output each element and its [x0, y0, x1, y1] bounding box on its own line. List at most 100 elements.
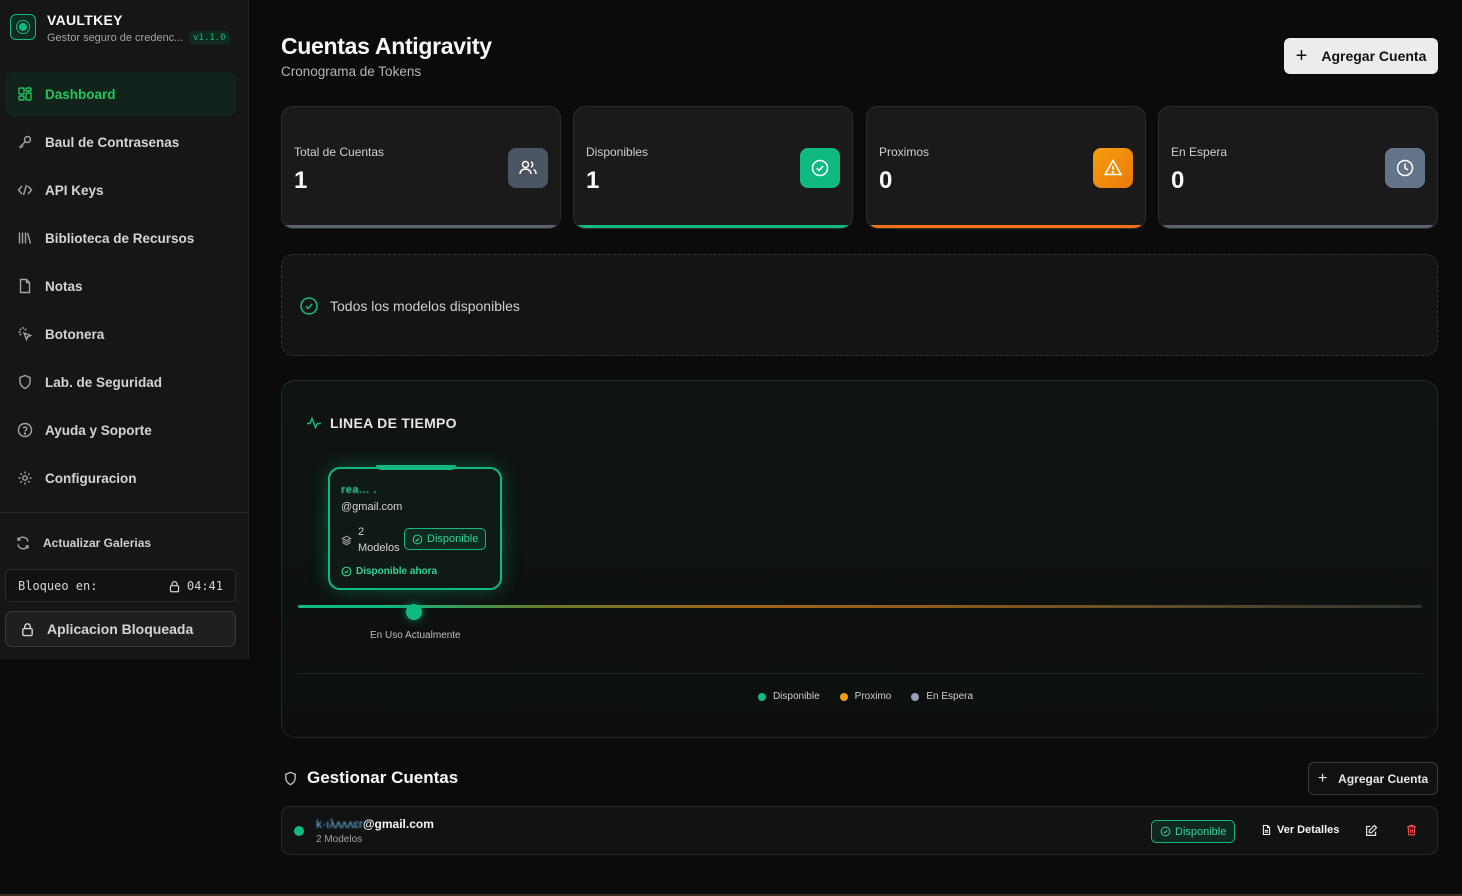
- check-circle-icon: [300, 297, 318, 315]
- legend-item-available: Disponible: [757, 691, 820, 702]
- gear-icon: [18, 471, 32, 485]
- add-account-button[interactable]: + Agregar Cuenta: [1284, 38, 1438, 74]
- sidebar: VAULTKEY Gestor seguro de credenc... v1.…: [0, 0, 249, 659]
- users-icon: [508, 148, 548, 188]
- library-icon: [18, 232, 32, 244]
- banner-text: Todos los modelos disponibles: [330, 298, 520, 314]
- lock-label: Bloqueo en:: [18, 579, 98, 593]
- status-badge: Disponible: [404, 528, 487, 550]
- lock-timer: 04:41: [168, 579, 223, 593]
- sidebar-item-label: Botonera: [45, 326, 105, 342]
- page-subtitle: Cronograma de Tokens: [281, 64, 422, 79]
- timeline-legend: Disponible Proximo En Espera: [282, 691, 1437, 702]
- sidebar-item-label: Biblioteca de Recursos: [45, 230, 195, 246]
- brand: VAULTKEY Gestor seguro de credenc... v1.…: [10, 12, 240, 48]
- timeline-marker[interactable]: [406, 604, 422, 620]
- check-circle-icon: [341, 566, 352, 577]
- legend-dot: [757, 692, 766, 701]
- models-label: Modelos: [358, 542, 400, 554]
- stat-value: 0: [879, 167, 893, 194]
- brand-title: VAULTKEY: [47, 12, 123, 28]
- email-domain: @gmail.com: [362, 817, 434, 831]
- sidebar-nav: Dashboard Baul de Contrasenas API Keys B…: [5, 72, 236, 504]
- lock-icon: [22, 622, 33, 636]
- manage-accounts-title: Gestionar Cuentas: [283, 768, 458, 788]
- account-email: @gmail.com: [341, 501, 403, 513]
- sidebar-item-passwords[interactable]: Baul de Contrasenas: [5, 120, 236, 164]
- sidebar-item-label: Configuracion: [45, 470, 137, 486]
- sidebar-item-notes[interactable]: Notas: [5, 264, 236, 308]
- sidebar-item-security-lab[interactable]: Lab. de Seguridad: [5, 360, 236, 404]
- stat-bar: [1159, 225, 1437, 228]
- check-circle-icon: [800, 148, 840, 188]
- sidebar-item-label: Ayuda y Soporte: [45, 422, 152, 438]
- refresh-icon: [17, 536, 29, 550]
- stat-label: Disponibles: [586, 145, 649, 159]
- code-icon: [17, 184, 33, 196]
- brand-subtitle: Gestor seguro de credenc...: [47, 32, 184, 44]
- pointer-click-icon: [18, 327, 33, 342]
- add-account-secondary-button[interactable]: + Agregar Cuenta: [1308, 762, 1438, 795]
- sidebar-item-label: Notas: [45, 278, 83, 294]
- sidebar-item-api-keys[interactable]: API Keys: [5, 168, 236, 212]
- status-label: Disponible: [427, 533, 479, 545]
- refresh-galleries-button[interactable]: Actualizar Galerias: [15, 535, 151, 551]
- layers-icon: [341, 535, 352, 545]
- account-models: 2 Modelos: [316, 834, 363, 845]
- edit-icon[interactable]: [1365, 824, 1378, 837]
- plus-icon: +: [1317, 769, 1328, 787]
- stat-bar: [867, 225, 1145, 228]
- sidebar-item-help[interactable]: Ayuda y Soporte: [5, 408, 236, 452]
- stat-value: 0: [1171, 167, 1185, 194]
- stat-card-available: Disponibles 1: [573, 106, 853, 229]
- legend-dot: [839, 692, 848, 701]
- sidebar-item-library[interactable]: Biblioteca de Recursos: [5, 216, 236, 260]
- stat-card-upcoming: Proximos 0: [866, 106, 1146, 229]
- app-locked-button[interactable]: Aplicacion Bloqueada: [5, 611, 236, 647]
- account-row[interactable]: k·ıλʌʌʌɛr@gmail.com 2 Modelos Disponible…: [281, 806, 1438, 855]
- status-dot: [294, 826, 304, 836]
- timeline-panel: LINEA DE TIEMPO rea... . @gmail.com 2 Mo…: [281, 380, 1438, 738]
- manage-title-text: Gestionar Cuentas: [307, 768, 459, 787]
- view-details-label: Ver Detalles: [1277, 824, 1340, 836]
- sidebar-divider: [0, 512, 248, 513]
- stat-value: 1: [294, 167, 308, 194]
- activity-icon: [307, 416, 321, 430]
- refresh-label: Actualizar Galerias: [43, 536, 152, 550]
- models-status-banner: Todos los modelos disponibles: [281, 254, 1438, 356]
- stat-bar: [574, 225, 852, 228]
- marker-label: En Uso Actualmente: [370, 630, 461, 641]
- timeline-track: [298, 605, 1422, 608]
- sidebar-item-label: Dashboard: [45, 86, 116, 102]
- sidebar-item-dashboard[interactable]: Dashboard: [5, 72, 236, 116]
- sidebar-item-botonera[interactable]: Botonera: [5, 312, 236, 356]
- clock-icon: [1385, 148, 1425, 188]
- stat-label: Total de Cuentas: [294, 145, 385, 159]
- version-badge: v1.1.0: [189, 31, 230, 45]
- trash-icon[interactable]: [1405, 823, 1418, 837]
- view-details-button[interactable]: Ver Detalles: [1261, 824, 1339, 836]
- legend-label: Proximo: [854, 691, 892, 702]
- page-title: Cuentas Antigravity: [281, 33, 492, 59]
- legend-item-waiting: En Espera: [911, 691, 973, 702]
- stat-label: Proximos: [879, 145, 930, 159]
- note-icon: [19, 278, 31, 294]
- lock-icon: [169, 580, 180, 592]
- sidebar-item-label: API Keys: [45, 182, 104, 198]
- timeline-account-card[interactable]: rea... . @gmail.com 2 Modelos Disponible…: [328, 465, 502, 590]
- warning-icon: [1093, 148, 1133, 188]
- stat-bar: [282, 225, 560, 228]
- lock-timer-box: Bloqueo en: 04:41: [5, 569, 236, 602]
- sidebar-item-settings[interactable]: Configuracion: [5, 456, 236, 500]
- stat-value: 1: [586, 167, 600, 194]
- check-circle-icon: [412, 534, 423, 544]
- help-circle-icon: [17, 422, 33, 438]
- legend-label: Disponible: [772, 691, 820, 702]
- shield-icon: [19, 374, 31, 390]
- stat-label: En Espera: [1171, 145, 1228, 159]
- card-top-tab: [376, 465, 456, 470]
- sidebar-item-label: Lab. de Seguridad: [45, 374, 163, 390]
- models-count: 2: [358, 526, 365, 538]
- plus-icon: +: [1295, 45, 1308, 67]
- vault-logo-icon: [10, 14, 36, 40]
